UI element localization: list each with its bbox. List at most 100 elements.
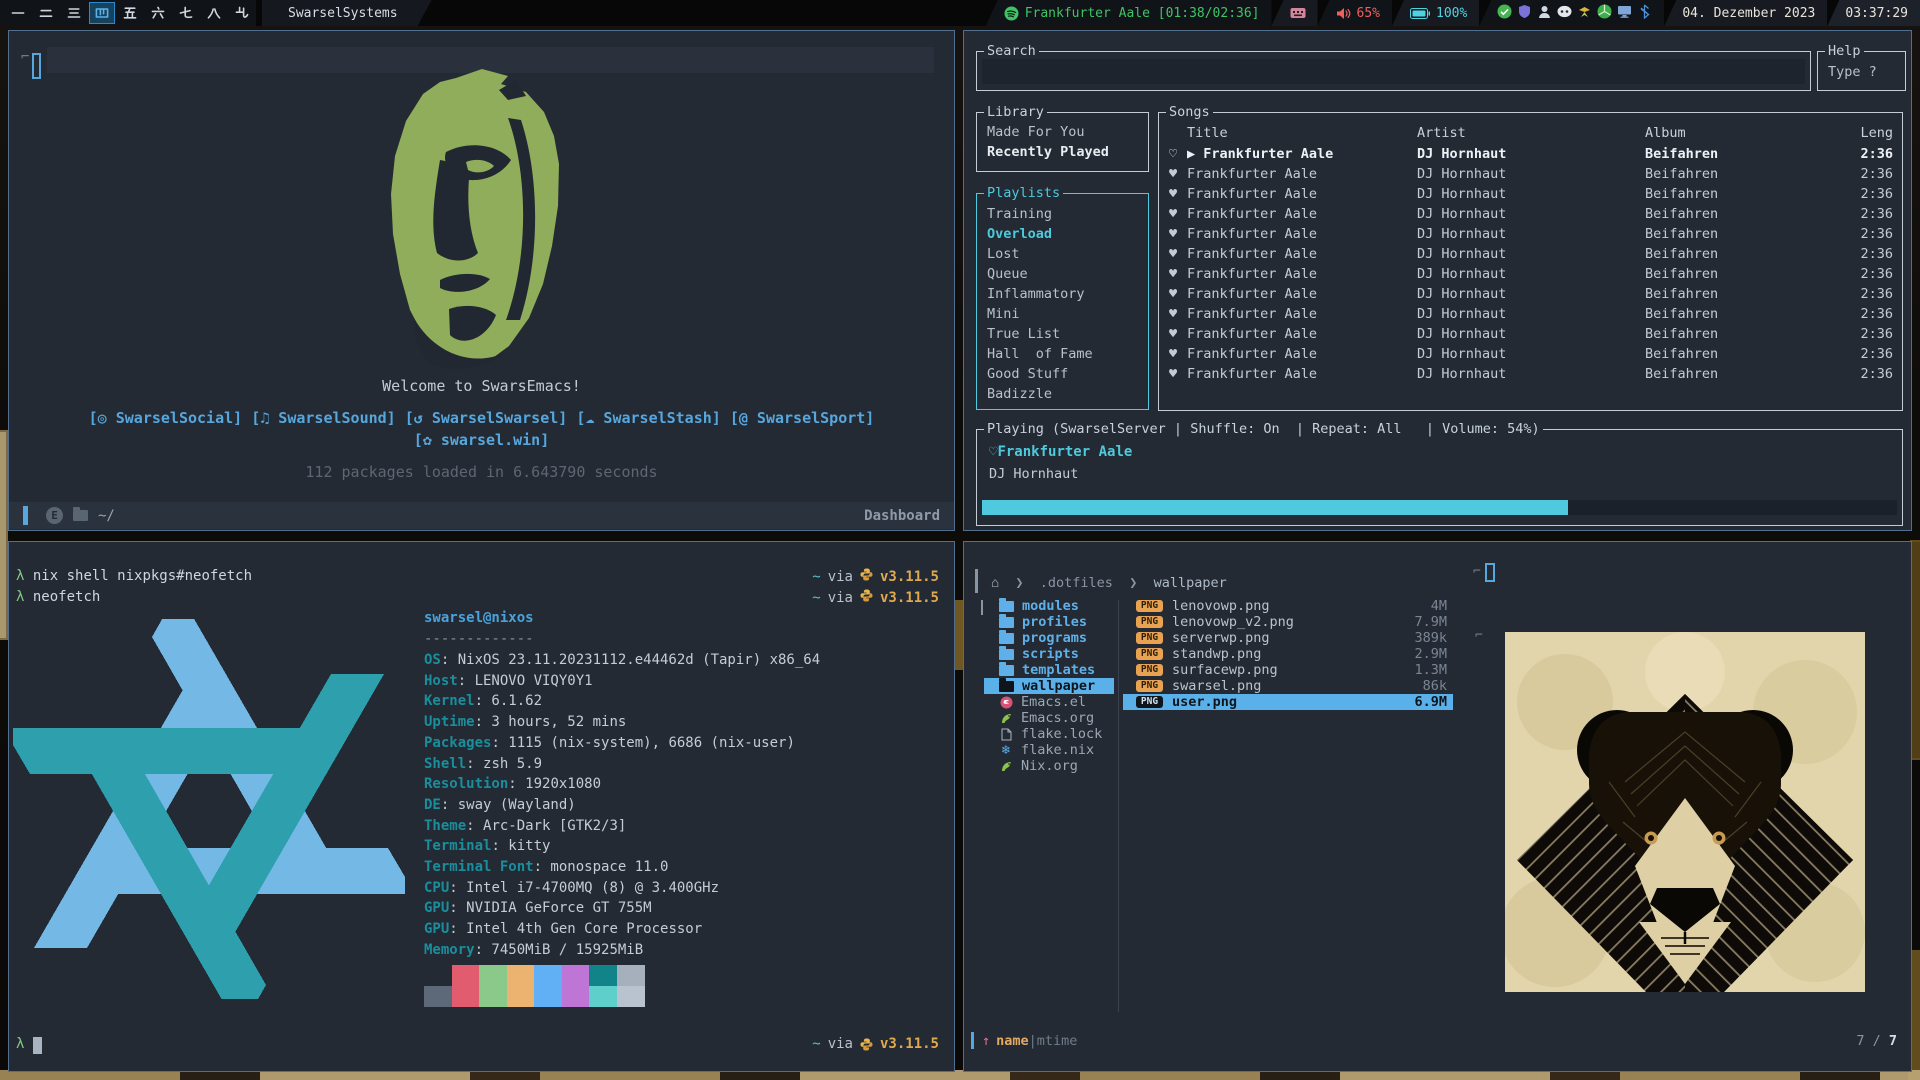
song-row[interactable]: ♥Frankfurter AaleDJ HornhautBeifahren2:3… — [1159, 246, 1902, 266]
music-player-window[interactable]: Search Help Type ? Library Made For YouR… — [963, 30, 1912, 531]
file-item-emacs-org[interactable]: Emacs.org — [984, 710, 1114, 726]
playlist-item-true-list[interactable]: True List — [987, 326, 1060, 342]
song-row[interactable]: ♥Frankfurter AaleDJ HornhautBeifahren2:3… — [1159, 166, 1902, 186]
now-playing-segment[interactable]: Frankfurter Aale [01:38/02:36] — [986, 0, 1272, 26]
liked-heart-icon[interactable]: ♥ — [1169, 266, 1177, 282]
library-item-recently-played[interactable]: Recently Played — [987, 144, 1109, 160]
song-row[interactable]: ♡▶ Frankfurter AaleDJ HornhautBeifahren2… — [1159, 146, 1902, 166]
song-row[interactable]: ♥Frankfurter AaleDJ HornhautBeifahren2:3… — [1159, 306, 1902, 326]
liked-heart-icon[interactable]: ♡ — [1169, 146, 1177, 162]
songs-column-title[interactable]: Title — [1187, 125, 1228, 141]
dir-item-templates[interactable]: templates — [984, 662, 1114, 678]
dir-item-modules[interactable]: modules — [984, 598, 1114, 614]
corner-glyph: ⌐ — [1473, 564, 1481, 579]
workspace-4[interactable] — [89, 2, 115, 24]
sort-direction-icon[interactable]: ↑ — [982, 1033, 990, 1049]
shield-icon[interactable] — [1517, 4, 1532, 23]
playlist-item-inflammatory[interactable]: Inflammatory — [987, 286, 1085, 302]
songs-column-album[interactable]: Album — [1645, 125, 1686, 141]
song-row[interactable]: ♥Frankfurter AaleDJ HornhautBeifahren2:3… — [1159, 266, 1902, 286]
breadcrumb-part[interactable]: .dotfiles — [1040, 575, 1113, 591]
file-entry-surfacewp-png[interactable]: PNGsurfacewp.png1.3M — [1123, 662, 1453, 678]
liked-heart-icon[interactable]: ♥ — [1169, 326, 1177, 342]
home-icon[interactable]: ⌂ — [991, 575, 999, 591]
workspace-7[interactable] — [173, 2, 199, 24]
songs-column-artist[interactable]: Artist — [1417, 125, 1466, 141]
workspace-9[interactable] — [229, 2, 255, 24]
file-item-flake-lock[interactable]: flake.lock — [984, 726, 1114, 742]
playlist-item-training[interactable]: Training — [987, 206, 1052, 222]
liked-heart-icon[interactable]: ♥ — [1169, 246, 1177, 262]
moth-icon[interactable] — [1577, 4, 1592, 23]
display-icon[interactable] — [1617, 4, 1632, 23]
dir-item-programs[interactable]: programs — [984, 630, 1114, 646]
file-entry-lenovowp-png[interactable]: PNGlenovowp.png4M — [1123, 598, 1453, 614]
workspace-5[interactable] — [117, 2, 143, 24]
playlist-item-queue[interactable]: Queue — [987, 266, 1028, 282]
song-row[interactable]: ♥Frankfurter AaleDJ HornhautBeifahren2:3… — [1159, 366, 1902, 386]
file-entry-user-png[interactable]: PNGuser.png6.9M — [1123, 694, 1453, 710]
dir-item-profiles[interactable]: profiles — [984, 614, 1114, 630]
playlist-item-badizzle[interactable]: Badizzle — [987, 386, 1052, 402]
file-entry-lenovowp_v2-png[interactable]: PNGlenovowp_v2.png7.9M — [1123, 614, 1453, 630]
liked-heart-icon[interactable]: ♥ — [1169, 186, 1177, 202]
pie-icon[interactable] — [1597, 4, 1612, 23]
liked-heart-icon[interactable]: ♥ — [1169, 366, 1177, 382]
songs-column-leng[interactable]: Leng — [1860, 125, 1893, 141]
dir-item-scripts[interactable]: scripts — [984, 646, 1114, 662]
file-entry-serverwp-png[interactable]: PNGserverwp.png389k — [1123, 630, 1453, 646]
search-box[interactable]: Search — [976, 51, 1811, 91]
playlist-item-good-stuff[interactable]: Good Stuff — [987, 366, 1068, 382]
workspace-2[interactable] — [33, 2, 59, 24]
file-item-flake-nix[interactable]: ❄flake.nix — [984, 742, 1114, 758]
liked-heart-icon[interactable]: ♥ — [1169, 346, 1177, 362]
playlist-item-mini[interactable]: Mini — [987, 306, 1020, 322]
date-segment[interactable]: 04. Dezember 2023 — [1664, 0, 1827, 26]
liked-heart-icon[interactable]: ♥ — [1169, 286, 1177, 302]
file-entry-standwp-png[interactable]: PNGstandwp.png2.9M — [1123, 646, 1453, 662]
file-item-emacs-el[interactable]: Emacs.el — [984, 694, 1114, 710]
liked-heart-icon[interactable]: ♥ — [1169, 306, 1177, 322]
workspace-3[interactable] — [61, 2, 87, 24]
sort-key[interactable]: name — [996, 1033, 1029, 1049]
workspace-8[interactable] — [201, 2, 227, 24]
file-entry-swarsel-png[interactable]: PNGswarsel.png86k — [1123, 678, 1453, 694]
battery-segment[interactable]: 100% — [1392, 0, 1479, 26]
breadcrumb[interactable]: ⌂ ❯ .dotfiles ❯ wallpaper — [991, 575, 1227, 591]
song-row[interactable]: ♥Frankfurter AaleDJ HornhautBeifahren2:3… — [1159, 186, 1902, 206]
library-item-made-for-you[interactable]: Made For You — [987, 124, 1085, 140]
check-icon[interactable] — [1497, 4, 1512, 23]
keyboard-segment[interactable] — [1272, 0, 1318, 26]
playlist-item-lost[interactable]: Lost — [987, 246, 1020, 262]
file-item-nix-org[interactable]: Nix.org — [984, 758, 1114, 774]
user-icon[interactable] — [1537, 4, 1552, 23]
song-row[interactable]: ♥Frankfurter AaleDJ HornhautBeifahren2:3… — [1159, 326, 1902, 346]
dir-item-wallpaper[interactable]: wallpaper — [984, 678, 1114, 694]
emacs-window[interactable]: ⌐ Welcome to SwarsEmacs! [◎ SwarselSocia… — [8, 30, 955, 531]
song-length: 2:36 — [1860, 206, 1893, 222]
search-input[interactable] — [982, 59, 1805, 84]
breadcrumb-part[interactable]: wallpaper — [1154, 575, 1227, 591]
playlist-item-hall-of-fame[interactable]: Hall of Fame — [987, 346, 1093, 362]
playlist-item-overload[interactable]: Overload — [987, 226, 1052, 242]
liked-heart-icon[interactable]: ♥ — [1169, 226, 1177, 242]
song-row[interactable]: ♥Frankfurter AaleDJ HornhautBeifahren2:3… — [1159, 286, 1902, 306]
liked-heart-icon[interactable]: ♥ — [1169, 206, 1177, 222]
workspace-1[interactable] — [5, 2, 31, 24]
song-row[interactable]: ♥Frankfurter AaleDJ HornhautBeifahren2:3… — [1159, 226, 1902, 246]
clock-segment[interactable]: 03:37:29 — [1827, 0, 1920, 26]
shell-command: λ neofetch — [16, 589, 100, 605]
discord-icon[interactable] — [1557, 4, 1572, 23]
workspace-6[interactable] — [145, 2, 171, 24]
volume-segment[interactable]: 65% — [1318, 0, 1392, 26]
liked-heart-icon[interactable]: ♥ — [1169, 166, 1177, 182]
bluetooth-icon[interactable] — [1637, 4, 1652, 23]
song-row[interactable]: ♥Frankfurter AaleDJ HornhautBeifahren2:3… — [1159, 206, 1902, 226]
dashboard-links[interactable]: [◎ SwarselSocial] [♫ SwarselSound] [↺ Sw… — [9, 409, 954, 427]
progress-track[interactable] — [982, 500, 1897, 515]
song-row[interactable]: ♥Frankfurter AaleDJ HornhautBeifahren2:3… — [1159, 346, 1902, 366]
file-manager-window[interactable]: ⌂ ❯ .dotfiles ❯ wallpaper modulesprofile… — [963, 541, 1912, 1072]
dashboard-link-swarsel-win[interactable]: [✿ swarsel.win] — [9, 431, 954, 449]
terminal-window[interactable]: λ nix shell nixpkgs#neofetch~viav3.11.5λ… — [8, 541, 955, 1072]
sort-alt-key[interactable]: mtime — [1037, 1033, 1078, 1049]
